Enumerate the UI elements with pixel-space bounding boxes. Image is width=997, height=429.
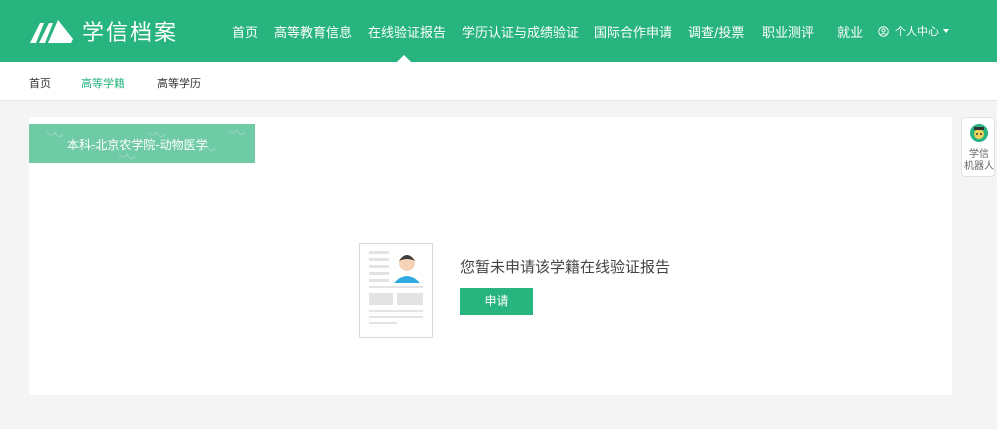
- nav-higher-education-info[interactable]: 高等教育信息: [274, 22, 352, 41]
- document-avatar-illustration: [359, 243, 433, 338]
- nav-international-cooperation[interactable]: 国际合作申请: [594, 22, 672, 41]
- nav-survey-vote[interactable]: 调查/投票: [688, 22, 744, 41]
- user-center-label: 个人中心: [895, 25, 939, 38]
- subnav-home[interactable]: 首页: [29, 75, 51, 91]
- robot-avatar-icon: [970, 124, 988, 142]
- report-card: 本科-北京农学院-动物医学 您暂未申请该学籍在线验证报告 申请: [29, 117, 952, 395]
- enrollment-tab-label: 本科-北京农学院-动物医学: [67, 138, 208, 152]
- nav-home[interactable]: 首页: [232, 22, 258, 41]
- nav-degree-certification[interactable]: 学历认证与成绩验证: [462, 22, 579, 41]
- user-center-menu[interactable]: 个人中心: [878, 23, 949, 39]
- apply-button[interactable]: 申请: [460, 288, 533, 315]
- subnav-academic-degree[interactable]: 高等学历: [157, 75, 201, 91]
- active-nav-indicator: [397, 55, 411, 62]
- subnav-student-status[interactable]: 高等学籍: [81, 75, 125, 91]
- empty-state-message: 您暂未申请该学籍在线验证报告: [460, 258, 671, 276]
- xuexin-robot-widget[interactable]: 学信 机器人: [961, 117, 995, 177]
- logo-mark-icon: [30, 20, 73, 43]
- chevron-down-icon: [943, 29, 949, 33]
- nav-employment[interactable]: 就业: [837, 22, 863, 41]
- top-header: 学信档案 首页 高等教育信息 在线验证报告 学历认证与成绩验证 国际合作申请 调…: [0, 0, 997, 62]
- nav-career-assessment[interactable]: 职业测评: [762, 22, 814, 41]
- sub-navigation: 首页 高等学籍 高等学历: [0, 62, 997, 101]
- enrollment-tab[interactable]: 本科-北京农学院-动物医学: [29, 124, 255, 163]
- site-logo[interactable]: 学信档案: [28, 14, 178, 48]
- logo-text: 学信档案: [82, 21, 179, 46]
- nav-online-verification-report[interactable]: 在线验证报告: [368, 22, 446, 41]
- robot-label: 学信 机器人: [964, 149, 994, 172]
- user-icon: [878, 25, 889, 37]
